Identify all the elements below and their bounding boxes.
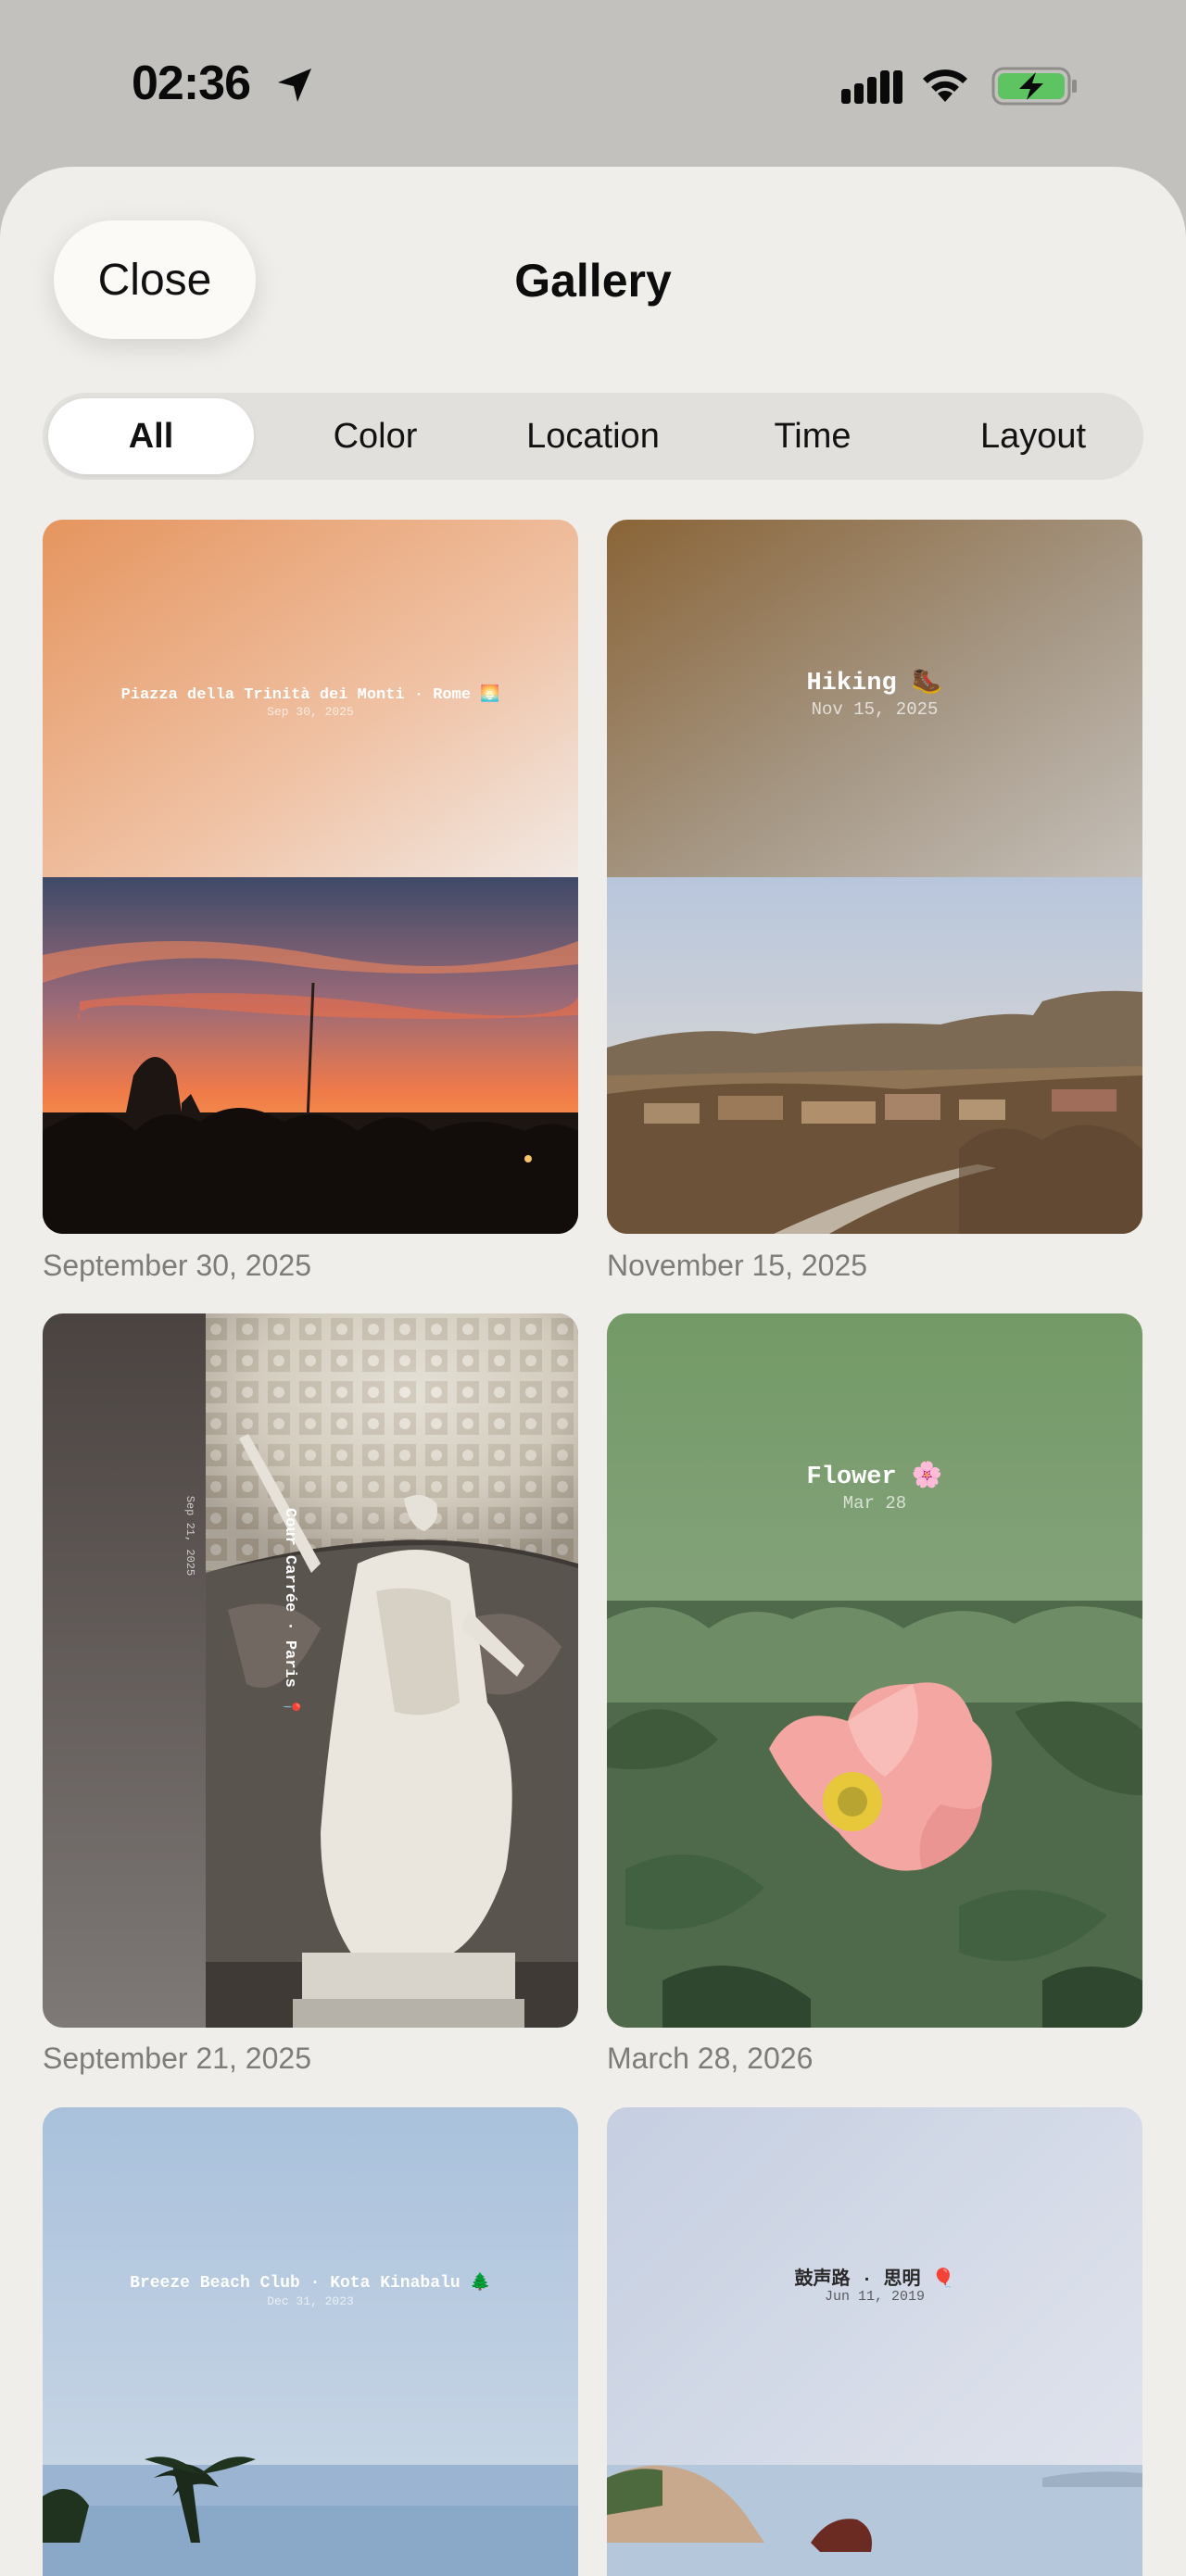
card-overlay-title: Hiking 🥾	[806, 670, 943, 697]
photo-card-paris[interactable]: Cour Carrée · Paris 📍 Sep 21, 2025	[43, 1313, 578, 2028]
tab-layout[interactable]: Layout	[928, 398, 1138, 474]
page-title: Gallery	[514, 255, 672, 307]
location-arrow-icon	[278, 69, 311, 102]
tab-time[interactable]: Time	[710, 398, 915, 474]
coast-photo	[607, 2107, 1142, 2576]
status-bar: 02:36	[0, 0, 1186, 167]
battery-charging-icon	[991, 67, 1077, 106]
status-time: 02:36	[132, 57, 251, 110]
card-overlay-date: Sep 30, 2025	[267, 705, 354, 719]
card-overlay-date: Nov 15, 2025	[811, 699, 939, 720]
hiking-landscape-photo	[607, 520, 1142, 1234]
photo-card-hiking[interactable]: Hiking 🥾 Nov 15, 2025	[607, 520, 1142, 1234]
card-caption: September 21, 2025	[43, 2042, 311, 2075]
card-overlay-title: Breeze Beach Club · Kota Kinabalu 🌲	[130, 2274, 491, 2293]
photo-card-flower[interactable]: Flower 🌸 Mar 28	[607, 1313, 1142, 2028]
photo-card-beach[interactable]: Breeze Beach Club · Kota Kinabalu 🌲 Dec …	[43, 2107, 578, 2576]
card-overlay-date: Jun 11, 2019	[824, 2289, 926, 2305]
gallery-sheet: Close Gallery All Color Location Time La…	[0, 167, 1186, 2576]
card-overlay-date: Sep 21, 2025	[183, 1495, 196, 1577]
card-overlay-title: Flower 🌸	[806, 1464, 943, 1491]
tab-location[interactable]: Location	[490, 398, 696, 474]
photo-card-xiamen[interactable]: 鼓声路 · 思明 🎈 Jun 11, 2019	[607, 2107, 1142, 2576]
wifi-icon	[923, 69, 967, 102]
card-overlay-date: Dec 31, 2023	[267, 2294, 354, 2308]
cellular-signal-icon	[841, 70, 902, 104]
rome-sunset-photo	[43, 520, 578, 1234]
paris-statue-photo	[43, 1313, 578, 2028]
card-caption: November 15, 2025	[607, 1249, 868, 1282]
card-overlay-title: 鼓声路 · 思明 🎈	[794, 2269, 955, 2291]
beach-photo	[43, 2107, 578, 2576]
card-overlay-date: Mar 28	[842, 1493, 907, 1514]
tab-all[interactable]: All	[48, 398, 254, 474]
card-caption: March 28, 2026	[607, 2042, 814, 2075]
card-overlay-title: Cour Carrée · Paris 📍	[281, 1508, 298, 1717]
filter-segmented-control: All Color Location Time Layout	[43, 393, 1143, 480]
photo-card-rome[interactable]: Piazza della Trinità dei Monti · Rome 🌅 …	[43, 520, 578, 1234]
flower-photo	[607, 1313, 1142, 2028]
card-overlay-title: Piazza della Trinità dei Monti · Rome 🌅	[120, 686, 500, 704]
tab-color[interactable]: Color	[272, 398, 478, 474]
card-caption: September 30, 2025	[43, 1249, 311, 1282]
